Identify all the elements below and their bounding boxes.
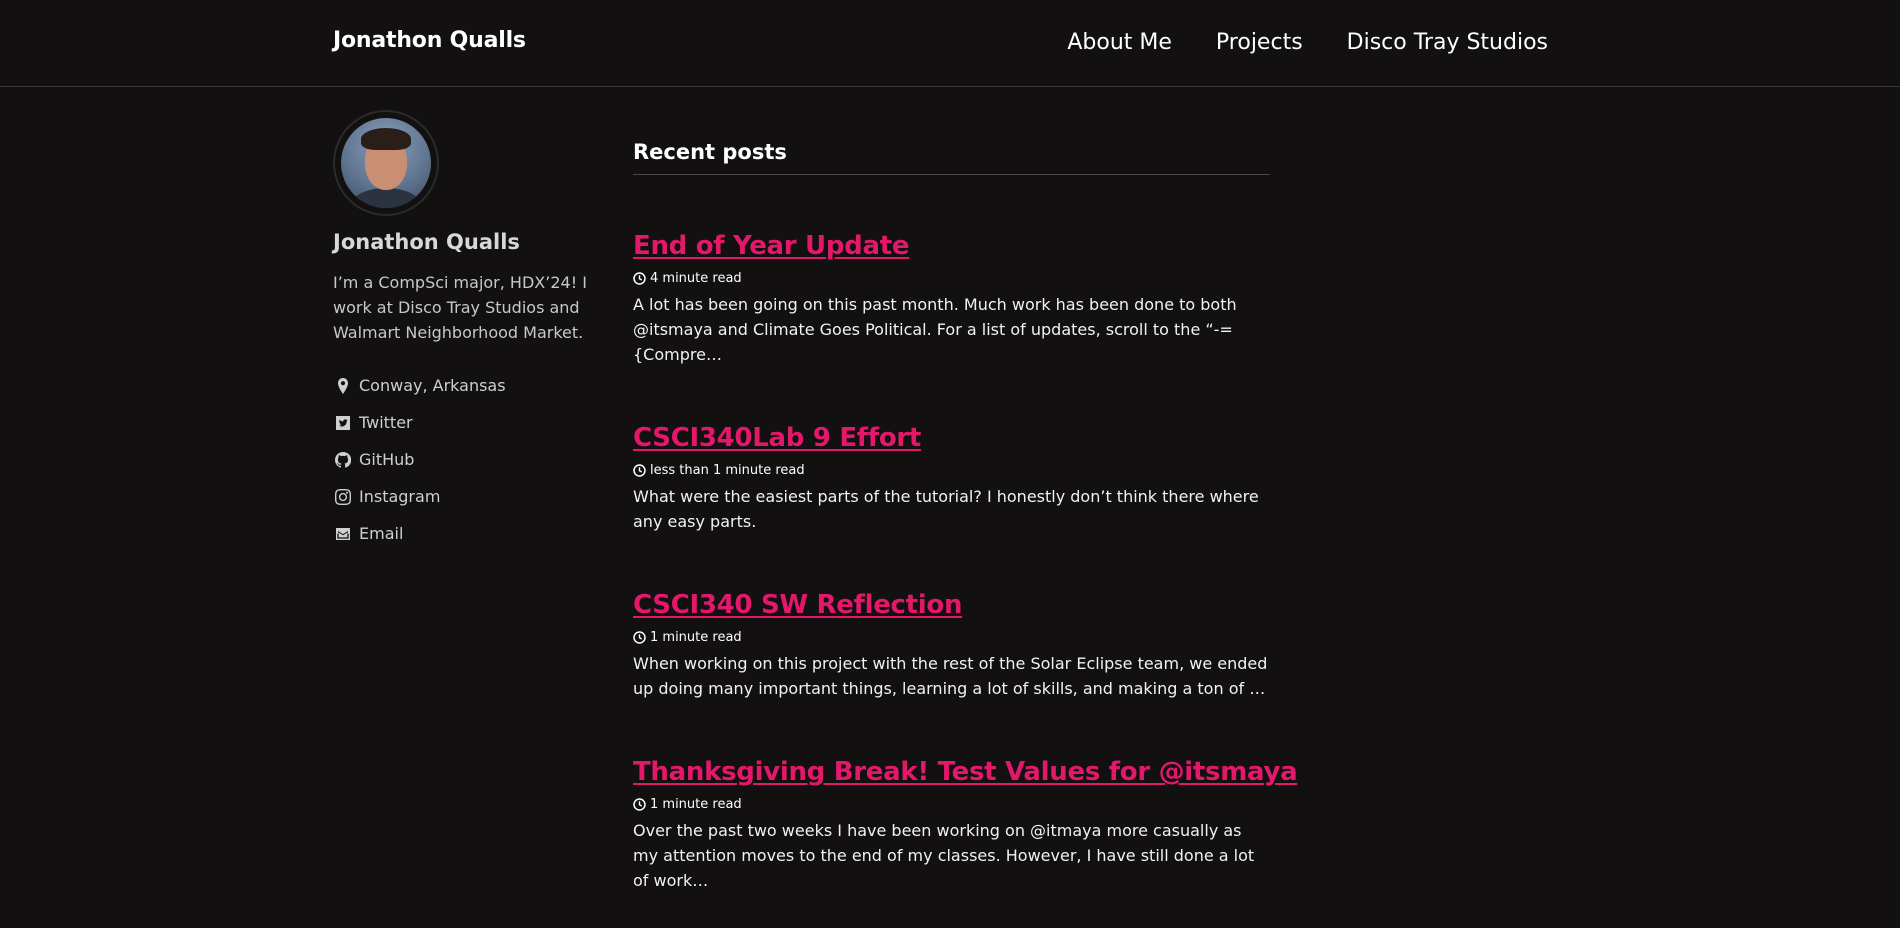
twitter-label: Twitter bbox=[359, 413, 413, 432]
clock-icon bbox=[633, 464, 646, 477]
author-bio: I’m a CompSci major, HDX’24! I work at D… bbox=[333, 273, 587, 342]
post-item: End of Year Update 4 minute read A lot h… bbox=[633, 231, 1270, 367]
post-title-link[interactable]: Thanksgiving Break! Test Values for @its… bbox=[633, 757, 1298, 787]
instagram-icon bbox=[333, 487, 353, 507]
main-content: Recent posts End of Year Update 4 minute… bbox=[633, 140, 1298, 893]
read-time: 1 minute read bbox=[633, 797, 1270, 812]
author-links: Conway, Arkansas Twitter GitHub Instagra… bbox=[333, 367, 603, 552]
nav-projects[interactable]: Projects bbox=[1216, 30, 1303, 55]
post-title-link[interactable]: End of Year Update bbox=[633, 231, 910, 261]
top-nav: About Me Projects Disco Tray Studios bbox=[1023, 30, 1548, 55]
author-sidebar: Jonathon Qualls I’m a CompSci major, HDX… bbox=[333, 110, 603, 568]
github-label: GitHub bbox=[359, 450, 415, 469]
post-item: Thanksgiving Break! Test Values for @its… bbox=[633, 757, 1298, 893]
post-item: CSCI340Lab 9 Effort less than 1 minute r… bbox=[633, 423, 1270, 534]
github-icon bbox=[333, 450, 353, 470]
read-time: less than 1 minute read bbox=[633, 463, 1270, 478]
author-link-location[interactable]: Conway, Arkansas bbox=[333, 367, 603, 404]
recent-posts-heading: Recent posts bbox=[633, 140, 1270, 175]
post-excerpt: Over the past two weeks I have been work… bbox=[633, 821, 1255, 890]
read-time-label: 1 minute read bbox=[650, 797, 742, 812]
masthead: Jonathon Qualls About Me Projects Disco … bbox=[0, 0, 1900, 87]
clock-icon bbox=[633, 272, 646, 285]
post-item: CSCI340 SW Reflection 1 minute read When… bbox=[633, 590, 1270, 701]
read-time: 4 minute read bbox=[633, 271, 1270, 286]
author-link-email[interactable]: Email bbox=[333, 515, 603, 552]
avatar-photo bbox=[341, 118, 431, 208]
avatar bbox=[333, 110, 439, 216]
read-time-label: less than 1 minute read bbox=[650, 463, 805, 478]
map-marker-icon bbox=[333, 376, 353, 396]
clock-icon bbox=[633, 798, 646, 811]
post-excerpt: A lot has been going on this past month.… bbox=[633, 295, 1237, 364]
author-link-twitter[interactable]: Twitter bbox=[333, 404, 603, 441]
email-icon bbox=[333, 524, 353, 544]
site-title[interactable]: Jonathon Qualls bbox=[333, 28, 526, 53]
read-time: 1 minute read bbox=[633, 630, 1270, 645]
post-title-link[interactable]: CSCI340 SW Reflection bbox=[633, 590, 962, 620]
twitter-icon bbox=[333, 413, 353, 433]
clock-icon bbox=[633, 631, 646, 644]
author-name: Jonathon Qualls bbox=[333, 230, 520, 254]
read-time-label: 4 minute read bbox=[650, 271, 742, 286]
nav-about-me[interactable]: About Me bbox=[1067, 30, 1172, 55]
email-label: Email bbox=[359, 524, 404, 543]
author-link-github[interactable]: GitHub bbox=[333, 441, 603, 478]
location-label: Conway, Arkansas bbox=[359, 376, 506, 395]
instagram-label: Instagram bbox=[359, 487, 441, 506]
author-link-instagram[interactable]: Instagram bbox=[333, 478, 603, 515]
read-time-label: 1 minute read bbox=[650, 630, 742, 645]
nav-disco-tray-studios[interactable]: Disco Tray Studios bbox=[1347, 30, 1548, 55]
post-excerpt: What were the easiest parts of the tutor… bbox=[633, 487, 1259, 531]
post-excerpt: When working on this project with the re… bbox=[633, 654, 1268, 698]
post-title-link[interactable]: CSCI340Lab 9 Effort bbox=[633, 423, 921, 453]
